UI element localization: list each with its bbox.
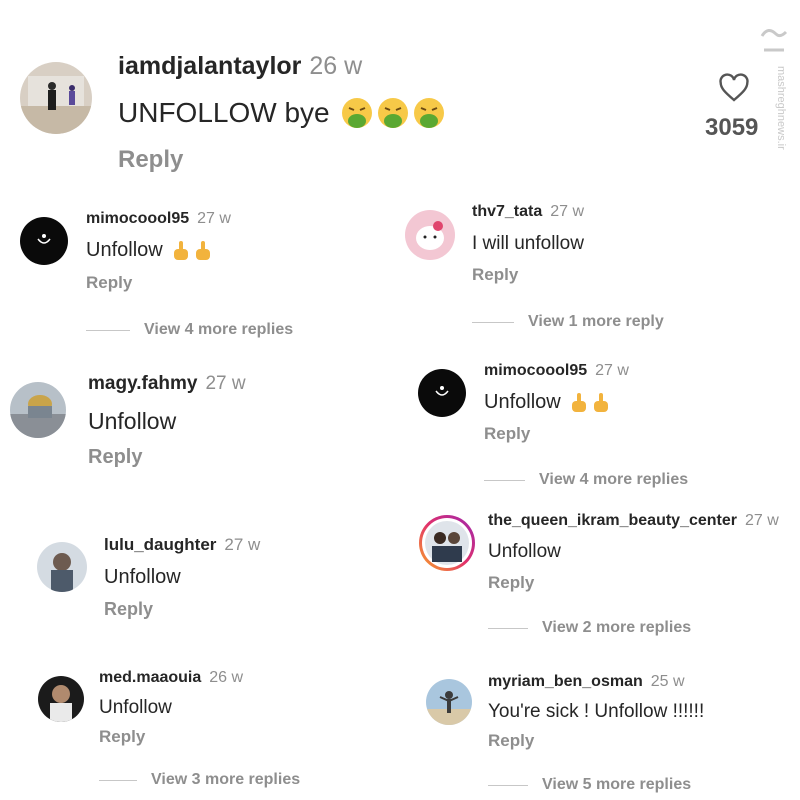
comment-body: Unfollow <box>86 239 213 262</box>
view-more-replies-button[interactable]: View 1 more reply <box>472 313 664 331</box>
middle-finger-icon <box>593 392 608 412</box>
view-more-label: View 4 more replies <box>539 471 689 488</box>
avatar[interactable] <box>38 676 84 722</box>
reply-button[interactable]: Reply <box>488 731 534 751</box>
comment-header: magy.fahmy 27 w <box>88 373 246 395</box>
comment-header: mimocoool95 27 w <box>86 210 231 228</box>
avatar[interactable] <box>20 217 68 265</box>
avatar[interactable] <box>405 210 455 260</box>
timestamp: 26 w <box>209 669 244 686</box>
reply-button[interactable]: Reply <box>104 599 153 620</box>
view-more-label: View 5 more replies <box>542 776 692 793</box>
timestamp: 27 w <box>205 373 246 394</box>
view-more-label: View 4 more replies <box>144 321 294 338</box>
username[interactable]: thv7_tata <box>472 203 542 220</box>
timestamp: 27 w <box>745 512 779 529</box>
comment-body: UNFOLLOW bye <box>118 96 446 130</box>
comment-header: iamdjalantaylor 26 w <box>118 52 362 81</box>
view-more-replies-button[interactable]: View 2 more replies <box>488 619 691 637</box>
like-button[interactable] <box>716 72 756 104</box>
view-more-replies-button[interactable]: View 3 more replies <box>99 771 300 789</box>
view-more-label: View 3 more replies <box>151 771 301 788</box>
comment-text: Unfollow <box>99 697 172 718</box>
reply-button[interactable]: Reply <box>118 146 183 174</box>
reply-button[interactable]: Reply <box>484 424 530 444</box>
comment-body: Unfollow <box>484 391 611 414</box>
comment-text: Unfollow <box>86 239 163 261</box>
avatar[interactable] <box>37 542 87 592</box>
view-more-replies-button[interactable]: View 4 more replies <box>484 471 688 489</box>
timestamp: 26 w <box>309 52 363 80</box>
view-more-replies-button[interactable]: View 4 more replies <box>86 321 293 339</box>
avatar[interactable] <box>426 679 472 725</box>
reply-button[interactable]: Reply <box>99 727 145 747</box>
timestamp: 27 w <box>550 203 585 220</box>
nauseated-face-icon <box>377 98 408 128</box>
username[interactable]: lulu_daughter <box>104 535 216 554</box>
avatar[interactable] <box>418 369 466 417</box>
username[interactable]: mimocoool95 <box>86 210 189 227</box>
reply-button[interactable]: Reply <box>488 573 534 593</box>
middle-finger-icon <box>195 240 210 260</box>
main-comment: iamdjalantaylor 26 w UNFOLLOW bye Reply 3… <box>0 0 800 190</box>
comment-text: Unfollow <box>104 566 181 588</box>
username[interactable]: the_queen_ikram_beauty_center <box>488 512 737 529</box>
nauseated-face-icon <box>341 98 372 128</box>
comment-text: UNFOLLOW bye <box>118 97 330 128</box>
comment-text: You're sick ! Unfollow !!!!!! <box>488 701 705 722</box>
nauseated-face-icon <box>413 98 444 128</box>
view-more-label: View 1 more reply <box>528 313 664 330</box>
timestamp: 27 w <box>595 362 629 379</box>
middle-finger-icon <box>571 392 586 412</box>
view-more-label: View 2 more replies <box>542 619 692 636</box>
heart-outline-icon <box>719 73 749 102</box>
comment-header: lulu_daughter 27 w <box>104 535 260 555</box>
reply-button[interactable]: Reply <box>86 273 132 293</box>
comment-text: I will unfollow <box>472 233 584 254</box>
avatar[interactable] <box>10 382 66 438</box>
comment-text: Unfollow <box>488 541 561 562</box>
avatar[interactable] <box>418 514 476 572</box>
comment-header: the_queen_ikram_beauty_center 27 w <box>488 512 779 530</box>
timestamp: 27 w <box>197 210 231 227</box>
timestamp: 25 w <box>650 673 685 690</box>
middle-finger-icon <box>173 240 188 260</box>
comment-header: med.maaouia 26 w <box>99 669 243 687</box>
avatar[interactable] <box>20 62 92 134</box>
reply-button[interactable]: Reply <box>88 446 142 469</box>
username[interactable]: med.maaouia <box>99 669 201 686</box>
reply-button[interactable]: Reply <box>472 265 518 285</box>
username[interactable]: mimocoool95 <box>484 362 587 379</box>
view-more-replies-button[interactable]: View 5 more replies <box>488 776 691 794</box>
timestamp: 27 w <box>224 535 261 554</box>
like-count: 3059 <box>705 114 759 141</box>
username[interactable]: myriam_ben_osman <box>488 673 643 690</box>
username[interactable]: iamdjalantaylor <box>118 52 301 80</box>
comment-header: thv7_tata 27 w <box>472 203 584 221</box>
comment-header: myriam_ben_osman 25 w <box>488 673 685 691</box>
comment-text: Unfollow <box>88 408 177 434</box>
comment-text: Unfollow <box>484 391 561 413</box>
username[interactable]: magy.fahmy <box>88 373 197 394</box>
comment-header: mimocoool95 27 w <box>484 362 629 380</box>
